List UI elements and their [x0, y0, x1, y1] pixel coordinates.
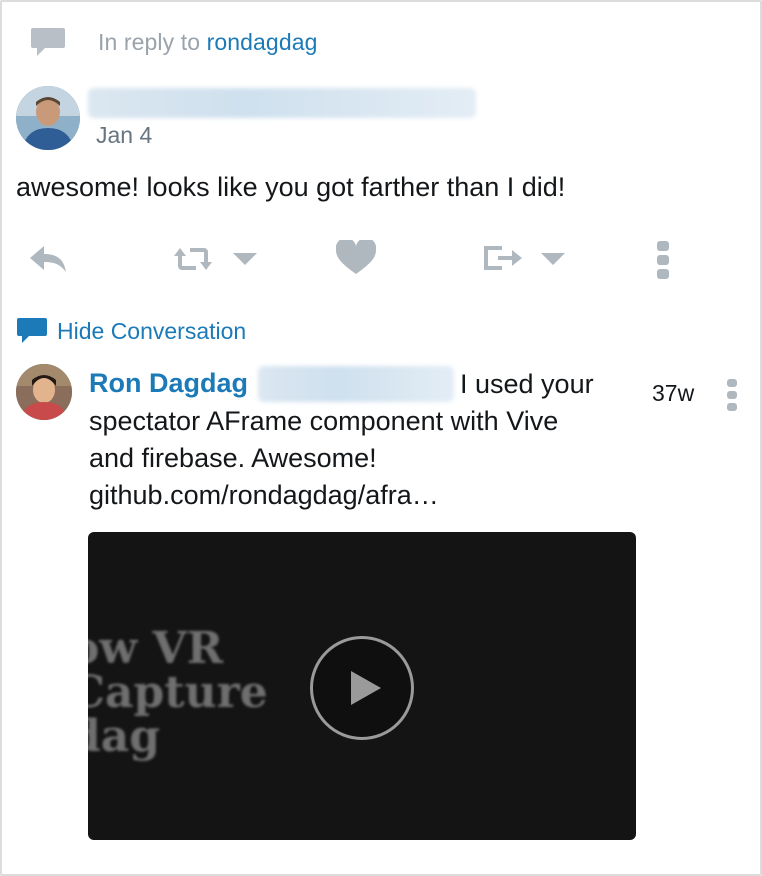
tweet-text: awesome! looks like you got farther than…: [16, 172, 566, 202]
reply-username-link[interactable]: rondagdag: [207, 29, 318, 55]
share-icon: [484, 246, 522, 270]
reply-more-options-button[interactable]: [726, 378, 738, 417]
share-button[interactable]: [480, 242, 524, 279]
chevron-down-icon: [541, 253, 565, 265]
reply-age[interactable]: 37w: [652, 380, 694, 407]
hide-conversation-toggle[interactable]: Hide Conversation: [16, 316, 246, 346]
share-menu-button[interactable]: [540, 252, 566, 271]
retweet-icon: [174, 248, 212, 270]
redacted-handle: [258, 366, 454, 402]
speech-bubble-icon: [31, 28, 65, 56]
play-button[interactable]: [310, 636, 414, 740]
retweet-button[interactable]: [172, 244, 214, 279]
reply-context: In reply to rondagdag: [30, 24, 318, 60]
reply-text-line1: I used your: [460, 369, 594, 399]
video-frame-text: dag: [88, 711, 161, 762]
more-icon: [657, 241, 669, 279]
reply-prefix: In reply to: [98, 28, 201, 55]
reply-link[interactable]: github.com/rondagdag/afra…: [89, 477, 439, 514]
reply-button[interactable]: [28, 242, 68, 279]
video-player[interactable]: ow VR Capture dag: [88, 532, 636, 840]
play-icon: [351, 671, 381, 705]
reply-text-line2: spectator AFrame component with Vive: [89, 406, 559, 436]
heart-icon: [335, 237, 377, 274]
chevron-down-icon: [233, 253, 257, 265]
retweet-menu-button[interactable]: [232, 252, 258, 271]
reply-text-line3: and firebase. Awesome!: [89, 443, 377, 473]
avatar-photo: [16, 86, 80, 150]
avatar-photo: [16, 364, 72, 420]
more-icon: [727, 379, 737, 411]
reply-author-name[interactable]: Ron Dagdag: [89, 368, 248, 399]
avatar[interactable]: [16, 86, 80, 150]
speech-bubble-icon: [17, 318, 47, 343]
tweet-date[interactable]: Jan 4: [96, 122, 152, 149]
hide-conversation-label: Hide Conversation: [57, 317, 247, 344]
reply-icon: [30, 246, 66, 272]
more-options-button[interactable]: [656, 240, 670, 285]
redacted-display-name: [88, 88, 476, 118]
reply-avatar[interactable]: [16, 364, 72, 420]
like-button[interactable]: [335, 237, 377, 281]
reply-label: In reply to rondagdag: [98, 29, 318, 56]
